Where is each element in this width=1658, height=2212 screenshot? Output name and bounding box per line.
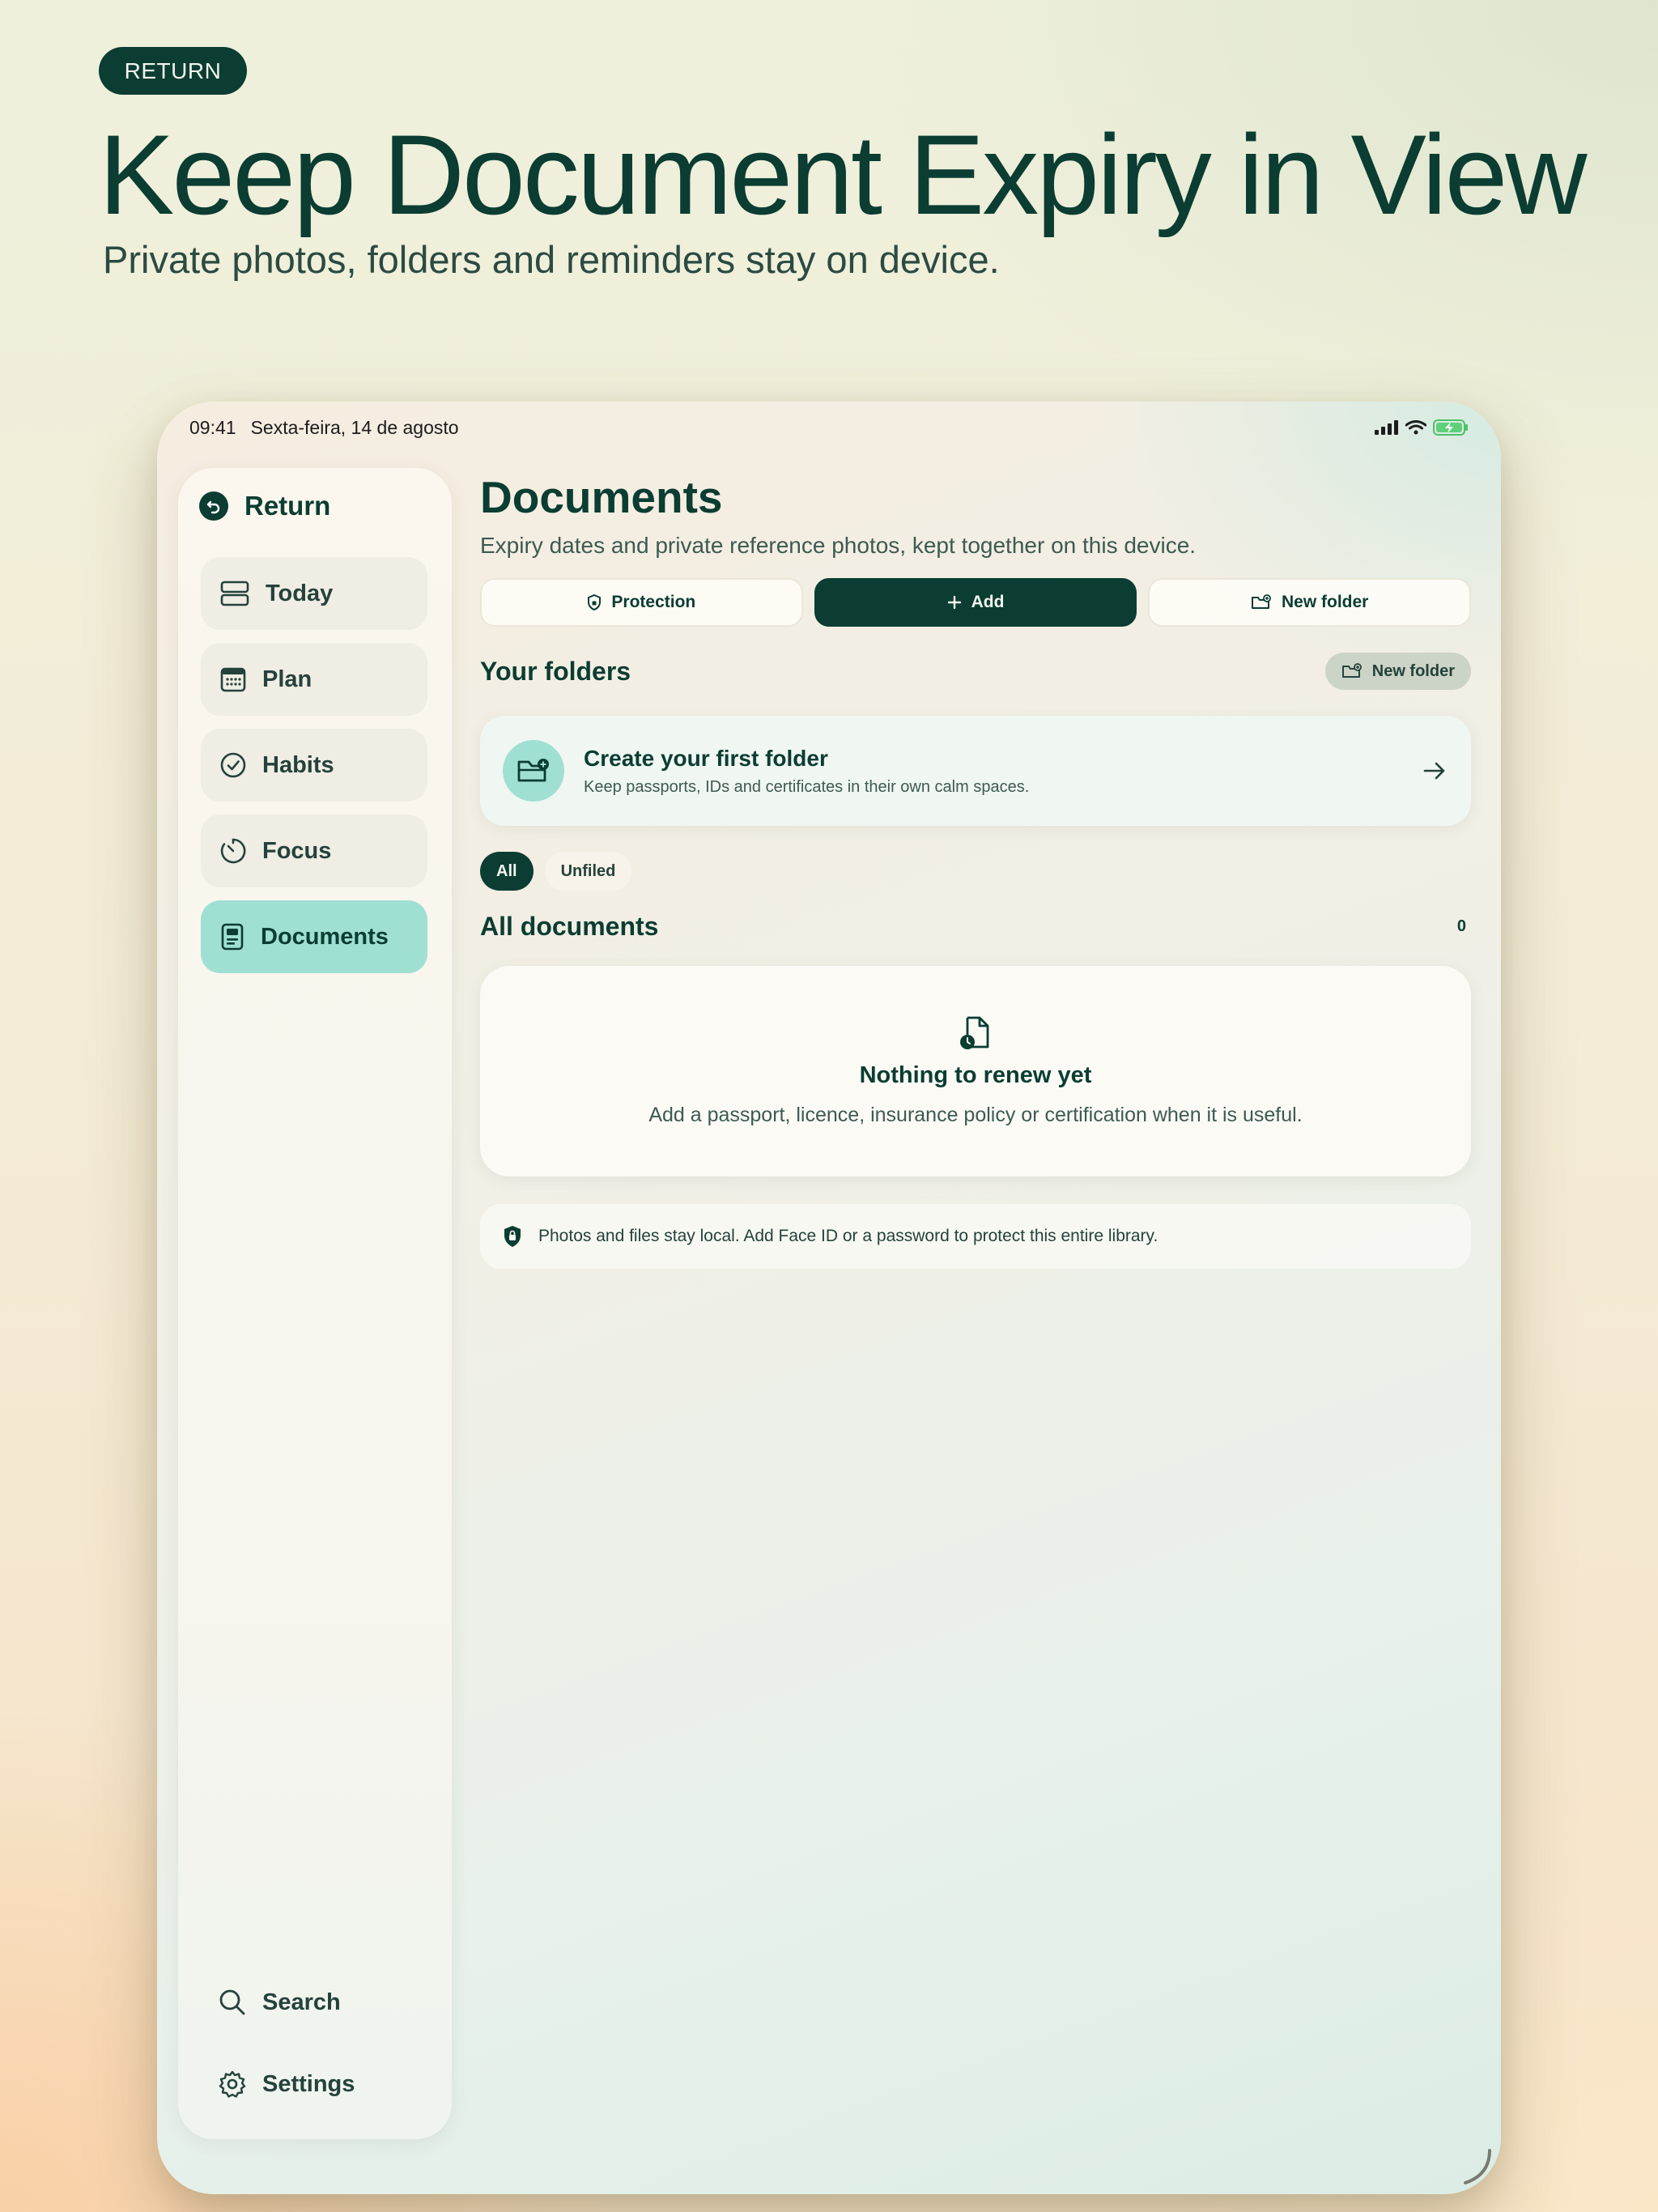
sidebar-brand[interactable]: Return [199,491,330,521]
empty-state-title: Nothing to renew yet [859,1062,1092,1088]
folders-new-folder-label: New folder [1371,661,1455,680]
new-folder-label: New folder [1282,593,1369,611]
hero-badge: RETURN [99,47,247,95]
create-folder-subtitle: Keep passports, IDs and certificates in … [584,777,1030,796]
settings-label: Settings [262,2070,355,2097]
document-filters: All Unfiled [480,852,1471,891]
sidebar-item-label: Plan [262,666,312,692]
sidebar-item-label: Documents [261,923,389,950]
app-name: Return [244,491,331,521]
sidebar-item-today[interactable]: Today [201,557,427,630]
all-documents-title: All documents [480,912,659,941]
return-logo-icon [199,491,228,521]
rows-icon [220,581,249,606]
all-documents-header: All documents 0 [480,912,1471,942]
sidebar-item-focus[interactable]: Focus [201,815,427,887]
status-bar: 09:41 Sexta-feira, 14 de agosto [189,411,1469,444]
new-folder-button[interactable]: New folder [1148,578,1472,627]
tablet-screen: 09:41 Sexta-feira, 14 de agosto Return T… [157,402,1501,2194]
hero-title: Keep Document Expiry in View [99,111,1587,238]
create-folder-card[interactable]: Create your first folder Keep passports,… [480,716,1471,826]
folders-title: Your folders [480,656,631,686]
battery-charging-icon [1433,419,1468,436]
lock-shield-icon [504,1226,521,1247]
privacy-notice-text: Photos and files stay local. Add Face ID… [538,1227,1158,1245]
sidebar-item-label: Focus [262,837,332,864]
status-time: 09:41 [189,416,236,438]
folder-add-icon [503,740,564,802]
sidebar-item-label: Today [266,580,334,606]
action-bar: Protection Add New folder [480,578,1472,627]
sidebar-search[interactable]: Search [219,1989,341,2016]
add-label: Add [971,593,1005,611]
folder-plus-icon [1252,594,1271,609]
documents-count: 0 [1456,917,1466,935]
empty-state-card: Nothing to renew yet Add a passport, lic… [480,966,1471,1176]
sidebar-item-label: Habits [262,751,334,778]
cellular-signal-icon [1375,420,1398,435]
status-date: Sexta-feira, 14 de agosto [250,416,459,438]
privacy-notice: Photos and files stay local. Add Face ID… [480,1204,1471,1269]
folder-plus-icon [1341,663,1362,678]
calendar-icon [220,667,246,692]
timer-icon [220,838,246,864]
main-content: Documents Expiry dates and private refer… [480,468,1472,1269]
arrow-right-icon [1423,762,1445,780]
search-icon [219,1989,245,2015]
protection-label: Protection [611,593,696,611]
resize-corner-icon [1464,2149,1491,2184]
sidebar-item-plan[interactable]: Plan [201,643,427,716]
sidebar-item-documents[interactable]: Documents [201,900,427,973]
folders-header: Your folders New folder [480,653,1471,690]
add-button[interactable]: Add [814,578,1137,627]
search-label: Search [262,1989,341,2015]
empty-state-subtitle: Add a passport, licence, insurance polic… [648,1104,1303,1126]
hero-subtitle: Private photos, folders and reminders st… [103,238,1000,281]
filter-all[interactable]: All [480,852,534,891]
document-icon [221,923,244,951]
folders-new-folder-button[interactable]: New folder [1324,653,1471,690]
create-folder-title: Create your first folder [584,745,828,771]
plus-icon [947,595,961,610]
filter-unfiled[interactable]: Unfiled [544,852,632,891]
page-title: Documents [480,472,723,522]
sidebar: Return Today Plan Habits Focus Documents… [178,468,452,2139]
page-subtitle: Expiry dates and private reference photo… [480,533,1197,558]
shield-icon [588,594,602,610]
gear-icon [219,2070,246,2098]
sidebar-settings[interactable]: Settings [219,2070,355,2098]
sidebar-item-habits[interactable]: Habits [201,729,427,802]
document-clock-icon [960,1016,989,1049]
protection-button[interactable]: Protection [480,578,803,627]
check-circle-icon [220,752,246,778]
wifi-icon [1405,420,1426,435]
